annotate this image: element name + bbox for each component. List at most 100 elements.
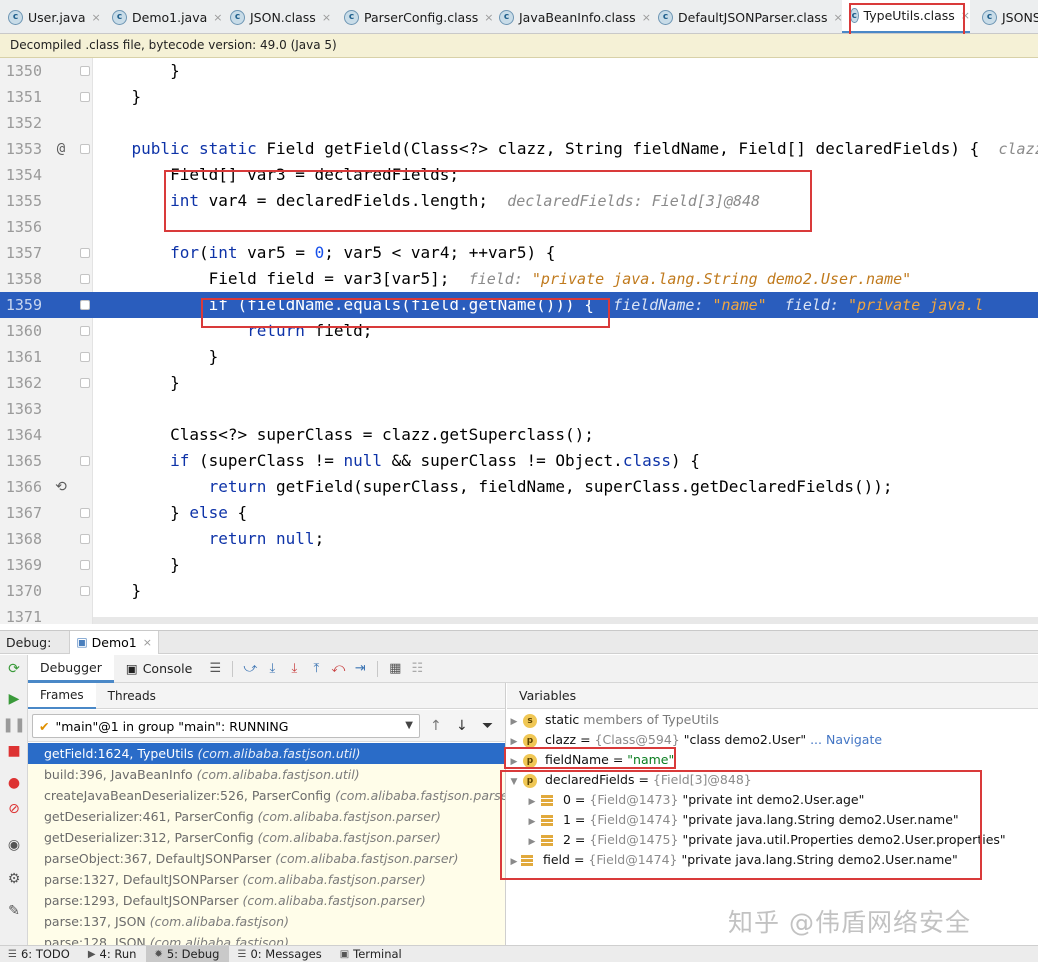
frame-item[interactable]: parse:128, JSON (com.alibaba.fastjson): [28, 932, 505, 945]
line-number[interactable]: 1368: [0, 526, 42, 552]
run-to-cursor-icon[interactable]: ⇥: [349, 661, 371, 676]
fold-marker-icon[interactable]: [80, 144, 90, 154]
step-over-icon[interactable]: ⤓: [261, 661, 283, 676]
step-into-icon[interactable]: ⤓: [283, 661, 305, 676]
line-number[interactable]: 1369: [0, 552, 42, 578]
code-line[interactable]: 1356: [0, 214, 1038, 240]
var-fieldname[interactable]: ▶ p fieldName = "name": [507, 750, 674, 770]
fold-marker-icon[interactable]: [80, 274, 90, 284]
line-number[interactable]: 1354: [0, 162, 42, 188]
code-line[interactable]: 1367 } else {: [0, 500, 1038, 526]
line-number[interactable]: 1359: [0, 292, 42, 318]
close-icon[interactable]: ×: [92, 11, 101, 24]
code-line[interactable]: 1359 if (fieldName.equals(field.getName(…: [0, 292, 1038, 318]
code-line[interactable]: 1363: [0, 396, 1038, 422]
fold-marker-icon[interactable]: [80, 586, 90, 596]
recursive-call-icon[interactable]: ⟲: [52, 474, 70, 500]
todo-button[interactable]: ☰ 6: TODO: [0, 946, 80, 962]
code-editor[interactable]: 1350 } 1351 } 1352 1353 @ public static Fiel…: [0, 58, 1038, 624]
code-line[interactable]: 1353 @ public static Field getField(Class…: [0, 136, 1038, 162]
code-line[interactable]: 1357 for(int var5 = 0; var5 < var4; ++va…: [0, 240, 1038, 266]
drop-frame-icon[interactable]: ⤺: [327, 661, 349, 676]
close-icon[interactable]: ×: [961, 9, 970, 22]
expand-icon[interactable]: ▶: [507, 752, 521, 772]
evaluate-expression-icon[interactable]: ▦: [384, 661, 406, 676]
code-line[interactable]: 1369 }: [0, 552, 1038, 578]
var-static-members[interactable]: ▶ s static members of TypeUtils: [507, 710, 719, 730]
frame-item[interactable]: parseObject:367, DefaultJSONParser (com.…: [28, 848, 505, 869]
fold-marker-icon[interactable]: [80, 92, 90, 102]
tab-parserconfig-class[interactable]: c ParserConfig.class ×: [336, 0, 493, 33]
code-line[interactable]: 1360 return field;: [0, 318, 1038, 344]
line-number[interactable]: 1364: [0, 422, 42, 448]
expand-icon[interactable]: ▶: [525, 792, 539, 812]
tab-javabeaninfo-class[interactable]: c JavaBeanInfo.class ×: [491, 0, 651, 33]
line-number[interactable]: 1362: [0, 370, 42, 396]
fold-marker-icon[interactable]: [80, 534, 90, 544]
code-line[interactable]: 1362 }: [0, 370, 1038, 396]
frame-item[interactable]: parse:1327, DefaultJSONParser (com.aliba…: [28, 869, 505, 890]
line-number[interactable]: 1352: [0, 110, 42, 136]
code-line[interactable]: 1355 int var4 = declaredFields.length; d…: [0, 188, 1038, 214]
line-number[interactable]: 1353: [0, 136, 42, 162]
stop-icon[interactable]: ■: [0, 743, 28, 759]
line-number[interactable]: 1370: [0, 578, 42, 604]
fold-marker-icon[interactable]: [80, 300, 90, 310]
show-execution-point-icon[interactable]: ⤻: [239, 661, 261, 676]
expand-icon[interactable]: ▶: [525, 812, 539, 832]
code-line[interactable]: 1358 Field field = var3[var5]; field: "p…: [0, 266, 1038, 292]
fold-marker-icon[interactable]: [80, 352, 90, 362]
rerun-icon[interactable]: ⟳: [0, 661, 28, 677]
code-line[interactable]: 1352: [0, 110, 1038, 136]
var-declaredfields-1[interactable]: ▶ 1 = {Field@1474} "private java.lang.St…: [525, 810, 959, 830]
code-line[interactable]: 1364 Class<?> superClass = clazz.getSupe…: [0, 422, 1038, 448]
camera-icon[interactable]: ◉: [0, 837, 28, 853]
var-declaredfields[interactable]: ▼ p declaredFields = {Field[3]@848}: [507, 770, 752, 790]
expand-icon[interactable]: ▶: [525, 832, 539, 852]
arrow-up-icon[interactable]: ↑: [430, 718, 442, 734]
tab-json-class[interactable]: c JSON.class ×: [222, 0, 331, 33]
tab-frames[interactable]: Frames: [28, 683, 96, 709]
code-line[interactable]: 1368 return null;: [0, 526, 1038, 552]
collapse-icon[interactable]: ▼: [507, 772, 521, 792]
var-field[interactable]: ▶ field = {Field@1474} "private java.lan…: [507, 850, 958, 870]
fold-marker-icon[interactable]: [80, 248, 90, 258]
run-button[interactable]: ▶ 4: Run: [80, 946, 147, 962]
frame-item[interactable]: getDeserializer:461, ParserConfig (com.a…: [28, 806, 505, 827]
resume-icon[interactable]: ▶: [0, 691, 28, 707]
terminal-button[interactable]: ▣ Terminal: [332, 946, 412, 962]
mute-breakpoints-icon[interactable]: ⊘: [0, 801, 28, 817]
expand-icon[interactable]: ▶: [507, 732, 521, 752]
frame-item[interactable]: build:396, JavaBeanInfo (com.alibaba.fas…: [28, 764, 505, 785]
frame-item[interactable]: parse:137, JSON (com.alibaba.fastjson): [28, 911, 505, 932]
fold-marker-icon[interactable]: [80, 560, 90, 570]
arrow-down-icon[interactable]: ↓: [456, 718, 468, 734]
code-line[interactable]: 1361 }: [0, 344, 1038, 370]
line-number[interactable]: 1366: [0, 474, 42, 500]
navigate-link[interactable]: ... Navigate: [810, 732, 882, 747]
debug-button[interactable]: ✹ 5: Debug: [146, 945, 230, 962]
line-number[interactable]: 1351: [0, 84, 42, 110]
expand-icon[interactable]: ▶: [507, 852, 521, 872]
line-number[interactable]: 1357: [0, 240, 42, 266]
tab-console[interactable]: ▣ Console: [114, 655, 204, 683]
code-line[interactable]: 1366 ⟲ return getField(superClass, fieldN…: [0, 474, 1038, 500]
tab-user-java[interactable]: c User.java ×: [0, 0, 101, 33]
line-number[interactable]: 1358: [0, 266, 42, 292]
tab-threads[interactable]: Threads: [96, 683, 168, 709]
line-number[interactable]: 1367: [0, 500, 42, 526]
horizontal-scrollbar[interactable]: [93, 617, 1038, 624]
tab-typeutils-class[interactable]: c TypeUtils.class ×: [842, 0, 970, 33]
fold-marker-icon[interactable]: [80, 378, 90, 388]
menu-icon[interactable]: ☰: [204, 661, 226, 676]
tab-demo1-java[interactable]: c Demo1.java ×: [104, 0, 222, 33]
line-number[interactable]: 1356: [0, 214, 42, 240]
pin-icon[interactable]: ✎: [0, 903, 28, 919]
close-icon[interactable]: ×: [143, 636, 152, 649]
pause-icon[interactable]: ❚❚: [0, 717, 28, 733]
tab-defaultjsonparser-class[interactable]: c DefaultJSONParser.class ×: [650, 0, 843, 33]
view-breakpoints-icon[interactable]: ●: [0, 775, 28, 791]
fold-marker-icon[interactable]: [80, 326, 90, 336]
fold-marker-icon[interactable]: [80, 508, 90, 518]
gear-icon[interactable]: ⚙: [0, 871, 28, 887]
